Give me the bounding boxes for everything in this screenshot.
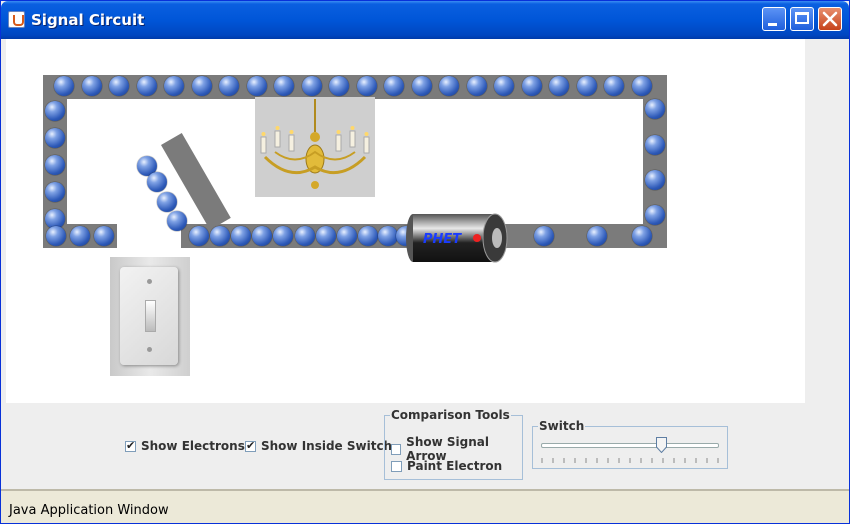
switch-slider-thumb[interactable] bbox=[655, 437, 667, 454]
battery[interactable]: PHET bbox=[405, 212, 511, 264]
electron bbox=[645, 99, 665, 119]
electron bbox=[45, 128, 65, 148]
electron bbox=[439, 76, 459, 96]
switch-group: Switch bbox=[532, 419, 728, 469]
electron bbox=[494, 76, 514, 96]
electron bbox=[252, 226, 272, 246]
electron bbox=[147, 172, 167, 192]
electron bbox=[295, 226, 315, 246]
checkbox-box[interactable] bbox=[391, 443, 402, 455]
electron bbox=[219, 76, 239, 96]
electron bbox=[164, 76, 184, 96]
maximize-button[interactable] bbox=[790, 7, 814, 31]
electron bbox=[645, 205, 665, 225]
electron bbox=[191, 76, 212, 96]
checkbox-box[interactable] bbox=[125, 439, 136, 452]
slider-ticks bbox=[541, 458, 719, 463]
electron bbox=[136, 76, 157, 96]
java-app-icon[interactable] bbox=[8, 11, 25, 28]
electron bbox=[411, 76, 432, 96]
close-button[interactable] bbox=[818, 7, 842, 31]
electron bbox=[632, 226, 652, 246]
electron bbox=[645, 170, 665, 190]
electron bbox=[301, 76, 322, 96]
status-text: Java Application Window bbox=[9, 503, 169, 518]
screw-top bbox=[147, 279, 152, 284]
show-electrons-checkbox[interactable]: Show Electrons bbox=[125, 439, 245, 453]
electron bbox=[356, 76, 377, 96]
electron bbox=[329, 76, 349, 96]
switch-slider-track[interactable] bbox=[541, 443, 719, 448]
electron bbox=[167, 211, 187, 231]
checkbox-label: Show Electrons bbox=[141, 439, 245, 453]
electron bbox=[631, 76, 652, 96]
window-title: Signal Circuit bbox=[31, 11, 145, 29]
electron bbox=[246, 76, 267, 96]
comparison-tools-group: Comparison Tools Show Signal Arrow Paint… bbox=[384, 408, 523, 480]
screw-bottom bbox=[147, 347, 152, 352]
electron bbox=[273, 226, 293, 246]
control-panel: Show Electrons Show Inside Switch Compar… bbox=[6, 403, 846, 489]
checkbox-box[interactable] bbox=[391, 460, 402, 472]
electron bbox=[384, 76, 404, 96]
electron bbox=[358, 226, 378, 246]
electron bbox=[231, 226, 251, 246]
status-bar: Java Application Window bbox=[1, 489, 849, 523]
electron bbox=[587, 226, 607, 246]
show-inside-switch-checkbox[interactable]: Show Inside Switch bbox=[245, 439, 392, 453]
electron bbox=[604, 76, 624, 96]
chandelier-icon bbox=[260, 99, 370, 189]
electron bbox=[466, 76, 487, 96]
electron bbox=[109, 76, 129, 96]
electron bbox=[54, 76, 74, 96]
minimize-button[interactable] bbox=[762, 7, 786, 31]
group-title: Comparison Tools bbox=[390, 408, 511, 422]
electron bbox=[534, 226, 554, 246]
electron bbox=[81, 76, 102, 96]
close-icon bbox=[822, 11, 838, 27]
electron bbox=[70, 226, 90, 246]
electron bbox=[274, 76, 294, 96]
electron bbox=[521, 76, 542, 96]
electron bbox=[45, 155, 65, 175]
paint-electron-checkbox[interactable]: Paint Electron bbox=[391, 459, 502, 473]
electron bbox=[45, 101, 65, 121]
battery-label: PHET bbox=[423, 232, 462, 247]
title-bar[interactable]: Signal Circuit bbox=[1, 1, 849, 39]
electron bbox=[157, 192, 177, 212]
light-switch-image[interactable] bbox=[110, 257, 190, 376]
app-window: Signal Circuit PHET ✔ Show Electrons ✔ S… bbox=[0, 0, 850, 524]
switch-plate bbox=[120, 267, 178, 365]
switch-toggle[interactable] bbox=[145, 300, 156, 332]
electron bbox=[337, 226, 357, 246]
electron bbox=[46, 226, 66, 246]
checkbox-label: Paint Electron bbox=[407, 459, 503, 473]
battery-icon: PHET bbox=[406, 213, 508, 263]
group-title: Switch bbox=[538, 419, 586, 433]
chandelier-image[interactable] bbox=[255, 97, 375, 197]
checkbox-label: Show Inside Switch bbox=[261, 439, 393, 453]
electron bbox=[94, 226, 114, 246]
electron bbox=[645, 135, 665, 155]
electron bbox=[549, 76, 569, 96]
electron bbox=[210, 226, 230, 246]
electron bbox=[378, 226, 398, 246]
checkbox-box[interactable] bbox=[245, 439, 256, 452]
electron bbox=[576, 76, 597, 96]
electron bbox=[316, 226, 336, 246]
electron bbox=[45, 182, 65, 202]
electron bbox=[189, 226, 209, 246]
circuit-canvas[interactable]: PHET bbox=[6, 39, 805, 403]
